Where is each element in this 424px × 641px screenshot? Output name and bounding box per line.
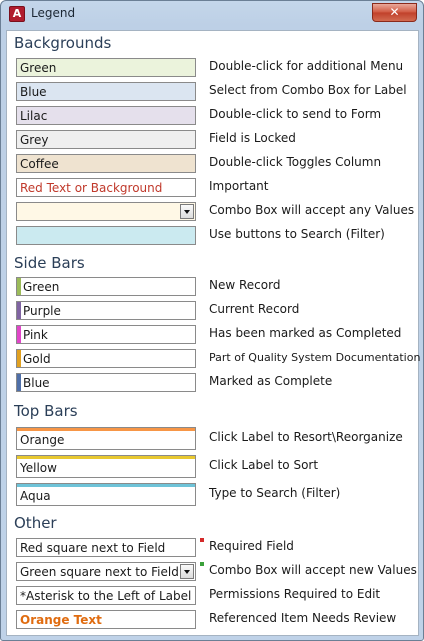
field-label: Orange <box>20 433 65 447</box>
field-topbar-aqua[interactable]: Aqua <box>16 483 196 506</box>
topbar-marker-yellow <box>17 456 195 459</box>
field-label: Aqua <box>20 489 51 503</box>
field-bg-lilac[interactable]: Lilac <box>16 106 196 125</box>
section-title-backgrounds: Backgrounds <box>14 34 112 52</box>
field-orange-text[interactable]: Orange Text <box>16 610 196 629</box>
desc-bg-lilac: Double-click to send to Form <box>209 107 382 121</box>
sidebar-marker-pink <box>17 326 21 343</box>
title-bar[interactable]: A Legend ✕ <box>1 1 423 25</box>
desc-topbar-aqua: Type to Search (Filter) <box>209 486 341 500</box>
desc-combo-any-values: Combo Box will accept any Values <box>209 203 415 217</box>
combo-dropdown-button[interactable] <box>180 204 194 219</box>
section-title-side-bars: Side Bars <box>14 254 85 272</box>
combo-box-any-values[interactable] <box>16 202 196 221</box>
field-sidebar-blue[interactable]: Blue <box>16 373 196 392</box>
desc-sidebar-blue: Marked as Complete <box>209 374 333 388</box>
sidebar-marker-gold <box>17 350 21 367</box>
desc-bg-aqua: Use buttons to Search (Filter) <box>209 227 385 241</box>
field-topbar-orange[interactable]: Orange <box>16 427 196 450</box>
desc-required: Required Field <box>209 539 294 553</box>
field-sidebar-green[interactable]: Green <box>16 277 196 296</box>
desc-sidebar-gold: Part of Quality System Documentation <box>209 351 421 364</box>
desc-new-values: Combo Box will accept new Values <box>209 563 417 577</box>
desc-red-text: Important <box>209 179 269 193</box>
combo-dropdown-button[interactable] <box>180 564 194 579</box>
section-title-top-bars: Top Bars <box>14 402 78 420</box>
window-title: Legend <box>31 6 76 20</box>
access-app-icon[interactable]: A <box>9 6 25 22</box>
field-topbar-yellow[interactable]: Yellow <box>16 455 196 478</box>
field-red-text[interactable]: Red Text or Background <box>16 178 196 197</box>
field-label: Yellow <box>20 461 57 475</box>
field-required[interactable]: Red square next to Field <box>16 538 196 557</box>
field-bg-blue[interactable]: Blue <box>16 82 196 101</box>
close-icon: ✕ <box>389 5 400 19</box>
field-sidebar-gold[interactable]: Gold <box>16 349 196 368</box>
required-marker-red <box>200 538 204 542</box>
field-label: Pink <box>23 328 48 342</box>
topbar-marker-aqua <box>17 484 195 487</box>
field-label: Gold <box>23 352 51 366</box>
sidebar-marker-green <box>17 278 21 295</box>
desc-sidebar-green: New Record <box>209 278 281 292</box>
field-bg-aqua[interactable] <box>16 226 196 245</box>
section-title-other: Other <box>14 514 57 532</box>
field-bg-coffee[interactable]: Coffee <box>16 154 196 173</box>
desc-bg-coffee: Double-click Toggles Column <box>209 155 382 169</box>
field-bg-green[interactable]: Green <box>16 58 196 77</box>
combo-box-new-values[interactable]: Green square next to Field <box>16 562 196 581</box>
new-values-marker-green <box>200 562 204 566</box>
field-label: Green square next to Field <box>20 565 179 579</box>
sidebar-marker-blue <box>17 374 21 391</box>
legend-window: A Legend ✕ Backgrounds Green Double-clic… <box>0 0 424 641</box>
desc-bg-grey: Field is Locked <box>209 131 296 145</box>
legend-content: Backgrounds Green Double-click for addit… <box>6 30 421 636</box>
field-bg-grey[interactable]: Grey <box>16 130 196 149</box>
desc-asterisk: Permissions Required to Edit <box>209 587 381 601</box>
desc-topbar-orange: Click Label to Resort\Reorganize <box>209 430 403 444</box>
field-asterisk[interactable]: *Asterisk to the Left of Label <box>16 586 196 605</box>
desc-sidebar-pink: Has been marked as Completed <box>209 326 402 340</box>
field-sidebar-purple[interactable]: Purple <box>16 301 196 320</box>
desc-sidebar-purple: Current Record <box>209 302 300 316</box>
field-sidebar-pink[interactable]: Pink <box>16 325 196 344</box>
desc-orange-text: Referenced Item Needs Review <box>209 611 397 625</box>
sidebar-marker-purple <box>17 302 21 319</box>
field-label: Purple <box>23 304 61 318</box>
chevron-down-icon <box>184 210 190 214</box>
field-label: Green <box>23 280 60 294</box>
desc-bg-green: Double-click for additional Menu <box>209 59 404 73</box>
desc-topbar-yellow: Click Label to Sort <box>209 458 319 472</box>
field-label: Blue <box>23 376 50 390</box>
topbar-marker-orange <box>17 428 195 431</box>
close-button[interactable]: ✕ <box>372 3 417 22</box>
desc-bg-blue: Select from Combo Box for Label <box>209 83 407 97</box>
chevron-down-icon <box>184 570 190 574</box>
